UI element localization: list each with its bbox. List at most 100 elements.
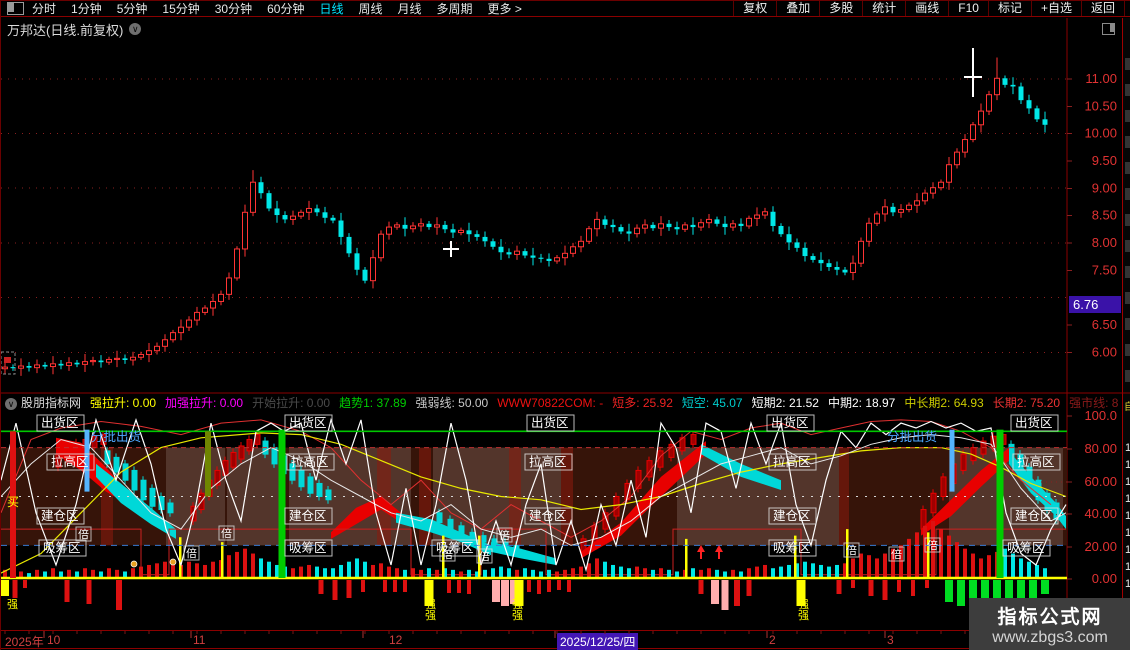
candle-body-up <box>754 214 760 219</box>
period-tab-2[interactable]: 5分钟 <box>117 0 148 17</box>
below-zero-bar <box>746 580 752 596</box>
toolbar-button-6[interactable]: 标记 <box>987 1 1031 16</box>
indicator-hist-bar <box>595 558 599 578</box>
period-tab-5[interactable]: 60分钟 <box>267 0 304 17</box>
indicator-hist-bar <box>579 566 583 578</box>
indicator-hist-bar <box>51 568 55 578</box>
toolbar-button-3[interactable]: 统计 <box>862 1 905 16</box>
candle-body-down <box>794 242 800 248</box>
indicator-value-10: 中期2: 18.97 <box>827 396 896 410</box>
indicator-hist-bar <box>483 569 487 578</box>
zone-label-box <box>1010 414 1059 432</box>
indicator-hist-bar <box>1043 568 1047 578</box>
zone-label-box <box>768 507 817 525</box>
chevron-down-icon[interactable]: ∨ <box>129 23 142 35</box>
candle-body-down <box>58 363 64 366</box>
toolbar-button-8[interactable]: 返回 <box>1080 1 1125 16</box>
zone-label-chuhuo: 出货区 <box>1015 415 1053 430</box>
indicator-hist-bar <box>683 569 687 578</box>
candle-body-up <box>898 209 904 213</box>
candle-body-down <box>1018 86 1024 101</box>
bei-box <box>476 548 493 564</box>
indicator-hist-bar <box>811 563 815 578</box>
ribbon-red <box>921 447 1009 536</box>
bei-box <box>496 527 513 543</box>
bei-box <box>75 526 92 542</box>
below-zero-bar <box>393 580 397 592</box>
zone-label-box <box>38 539 87 557</box>
bei-box <box>843 542 860 558</box>
truncated-glyph <box>1125 110 1130 122</box>
indicator-hist-bar <box>187 561 191 578</box>
mini-candle <box>668 443 675 458</box>
candle-body-down <box>522 251 528 256</box>
indicator-hist-bar <box>171 563 175 578</box>
indicator-axis-label: 60.00 <box>1084 474 1117 489</box>
toolbar-button-2[interactable]: 多股 <box>819 1 862 16</box>
candle-body-down <box>482 236 488 242</box>
zone-label-box <box>1002 539 1051 557</box>
toolbar-actions: 复权 叠加 多股 统计 画线 F10 标记 +自选 返回 <box>733 1 1125 16</box>
period-tab-9[interactable]: 多周期 <box>437 0 473 17</box>
toolbar-button-4[interactable]: 画线 <box>905 1 948 16</box>
indicator-hist-bar <box>907 538 911 578</box>
candle-body-up <box>866 222 872 242</box>
indicator-hist-bar <box>819 564 823 578</box>
candle-body-down <box>690 224 696 228</box>
toolbar-button-0[interactable]: 复权 <box>733 1 776 16</box>
toolbar-button-1[interactable]: 叠加 <box>776 1 819 16</box>
price-label: 8.00 <box>1092 235 1117 250</box>
mini-candle <box>960 453 967 471</box>
below-zero-bar <box>868 580 874 596</box>
indicator-hist-bar <box>179 564 183 578</box>
date-axis[interactable]: 2025年 10 11 12 2 3 2025/12/25/四 <box>1 630 1130 650</box>
period-tab-3[interactable]: 15分钟 <box>162 0 199 17</box>
candle-body-down <box>98 360 104 363</box>
period-tab-6[interactable]: 日线 <box>319 0 343 17</box>
below-zero-bar <box>882 580 888 600</box>
below-zero-bar <box>86 580 92 604</box>
mini-candle <box>1044 492 1051 511</box>
truncated-glyph <box>1125 188 1130 200</box>
below-zero-bar <box>721 580 729 610</box>
bei-box <box>439 546 456 562</box>
indicator-hist-bar <box>619 566 623 578</box>
collapse-indicator-icon[interactable]: ∨ <box>5 397 17 410</box>
below-zero-bar <box>501 580 509 606</box>
indicator-hist-bar <box>651 569 655 578</box>
period-tab-8[interactable]: 月线 <box>398 0 422 17</box>
toolbar-button-5[interactable]: F10 <box>948 1 988 16</box>
period-tab-1[interactable]: 1分钟 <box>71 0 102 17</box>
below-zero-bar <box>537 580 541 594</box>
indicator-hist-bar <box>395 568 399 578</box>
bei-box <box>218 525 235 541</box>
indicator-hist-bar <box>27 573 31 578</box>
candle-body-down <box>354 253 360 270</box>
zone-stripe <box>839 447 849 546</box>
red-step-line <box>1 528 1066 576</box>
mini-candle <box>1026 466 1033 488</box>
candle-body-up <box>882 206 888 215</box>
period-tab-10[interactable]: 更多 > <box>488 0 522 17</box>
zone-label-box <box>766 414 815 432</box>
indicator-hist-bar <box>563 569 567 578</box>
below-zero-bar <box>527 580 531 592</box>
indicator-value-6: WWW70822COM: - <box>497 396 604 410</box>
candle-body-up <box>186 319 192 328</box>
mini-candle <box>950 463 957 484</box>
candle-body-up <box>954 151 960 166</box>
period-tab-0[interactable]: 分时 <box>32 0 56 17</box>
strip-digit: 1 <box>1125 459 1130 471</box>
indicator-hist-bar <box>899 545 903 578</box>
ribbon-red <box>331 496 401 539</box>
period-tab-4[interactable]: 30分钟 <box>215 0 252 17</box>
indicator-hist-bar <box>99 571 103 578</box>
candle-body-down <box>258 182 264 194</box>
period-tab-7[interactable]: 周线 <box>358 0 382 17</box>
toolbar-button-7[interactable]: +自选 <box>1030 1 1081 16</box>
panel-maximize-icon[interactable] <box>1102 23 1115 35</box>
mini-candle <box>480 535 487 543</box>
window-layout-icon[interactable] <box>7 2 24 15</box>
below-zero-bar <box>796 580 806 606</box>
candle-body-down <box>770 211 776 226</box>
